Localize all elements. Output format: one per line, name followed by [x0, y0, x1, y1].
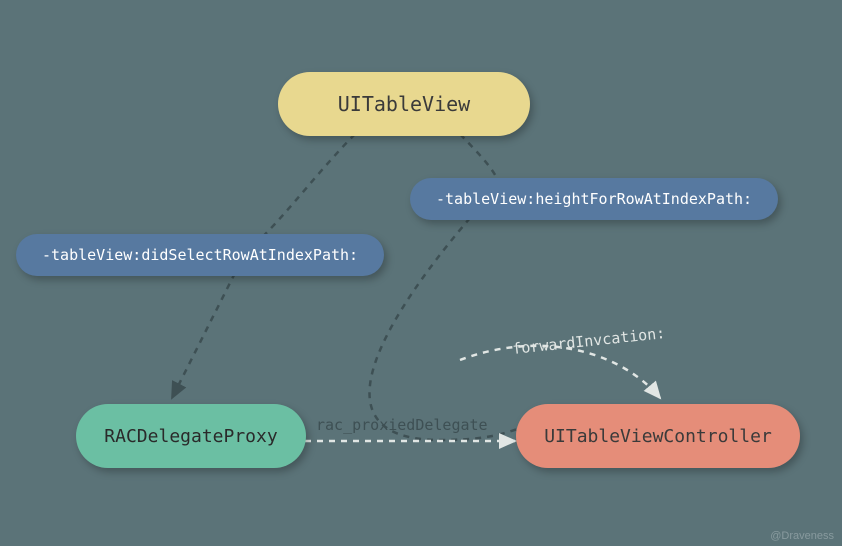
edge-label-rac-proxied: rac_proxiedDelegate	[316, 416, 488, 434]
node-uitableview-label: UITableView	[338, 92, 470, 116]
edge-forward-arc	[460, 346, 660, 398]
node-rac-delegate-proxy-label: RACDelegateProxy	[104, 426, 277, 447]
node-uitableviewcontroller: UITableViewController	[516, 404, 800, 468]
node-height-method: -tableView:heightForRowAtIndexPath:	[410, 178, 778, 220]
edge-select-proxy-tail	[172, 273, 235, 398]
node-select-method-label: -tableView:didSelectRowAtIndexPath:	[42, 246, 358, 264]
node-rac-delegate-proxy: RACDelegateProxy	[76, 404, 306, 468]
node-uitableviewcontroller-label: UITableViewController	[544, 426, 772, 447]
node-uitableview: UITableView	[278, 72, 530, 136]
edge-tableview-height	[460, 134, 498, 180]
edge-label-forward-invocation: forwardInvcation:	[511, 324, 666, 358]
attribution: @Draveness	[770, 530, 834, 542]
edge-height-forward-controller	[369, 218, 560, 440]
node-height-method-label: -tableView:heightForRowAtIndexPath:	[436, 190, 752, 208]
node-select-method: -tableView:didSelectRowAtIndexPath:	[16, 234, 384, 276]
